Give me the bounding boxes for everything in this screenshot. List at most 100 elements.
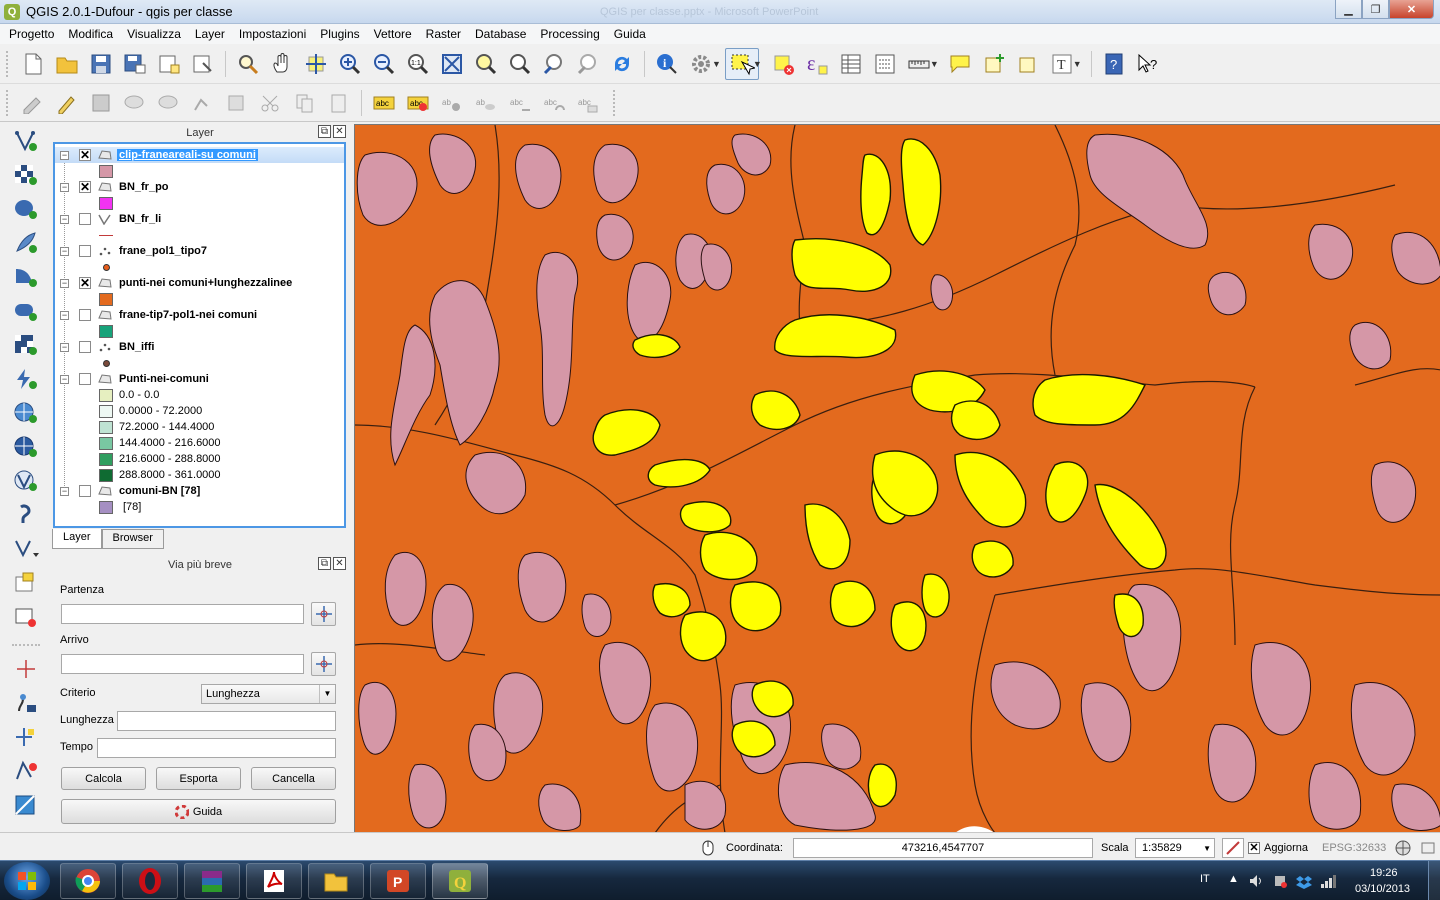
menu-visualizza[interactable]: Visualizza bbox=[120, 27, 188, 41]
zoom-out-button[interactable] bbox=[367, 48, 401, 80]
menu-processing[interactable]: Processing bbox=[533, 27, 606, 41]
open-project-button[interactable] bbox=[50, 48, 84, 80]
projection-button[interactable] bbox=[1392, 838, 1414, 858]
collapse-toggle[interactable]: − bbox=[60, 246, 69, 256]
new-project-button[interactable] bbox=[16, 48, 50, 80]
menu-guida[interactable]: Guida bbox=[607, 27, 653, 41]
clock-date[interactable]: 03/10/2013 bbox=[1355, 883, 1410, 895]
zoom-to-layer-button[interactable] bbox=[469, 48, 503, 80]
add-wms-layer-button[interactable] bbox=[0, 328, 52, 362]
help-contents-button[interactable]: ? bbox=[1097, 48, 1131, 80]
layer-row-clip-franeareali[interactable]: − ✕ clip-franeareali-su comuni bbox=[55, 147, 344, 163]
remove-layer-button[interactable] bbox=[0, 600, 52, 634]
gps-tool-button[interactable] bbox=[0, 686, 52, 720]
layer-visibility-checkbox[interactable] bbox=[79, 245, 91, 257]
add-feature-button[interactable] bbox=[118, 87, 152, 119]
messages-button[interactable] bbox=[1418, 838, 1438, 858]
move-feature-button[interactable] bbox=[152, 87, 186, 119]
crs-status-label[interactable]: EPSG:32633 bbox=[1322, 838, 1386, 858]
collapse-toggle[interactable]: − bbox=[60, 342, 69, 352]
tab-browser[interactable]: Browser bbox=[101, 529, 164, 549]
scale-combobox[interactable]: 1:35829 ▼ bbox=[1135, 838, 1215, 858]
start-point-input[interactable] bbox=[61, 604, 304, 624]
network-icon[interactable] bbox=[1320, 873, 1336, 889]
zoom-in-button[interactable] bbox=[333, 48, 367, 80]
menu-raster[interactable]: Raster bbox=[419, 27, 468, 41]
pick-end-button[interactable] bbox=[311, 652, 336, 676]
close-panel-button[interactable]: ✕ bbox=[333, 557, 346, 570]
add-delimited-text-layer-button[interactable] bbox=[0, 362, 52, 396]
close-panel-button[interactable]: ✕ bbox=[333, 125, 346, 138]
layer-labeling-button[interactable]: abc bbox=[367, 87, 401, 119]
coordinate-field[interactable]: 473216,4547707 bbox=[793, 838, 1093, 858]
map-swipe-button[interactable] bbox=[0, 788, 52, 822]
export-button[interactable]: Esporta bbox=[156, 767, 241, 790]
copy-features-button[interactable] bbox=[288, 87, 322, 119]
new-spatialite-layer-button[interactable] bbox=[0, 566, 52, 600]
show-hide-labels-button[interactable]: ab bbox=[469, 87, 503, 119]
coordinate-toggle-button[interactable] bbox=[697, 838, 719, 858]
toolbar-grip[interactable] bbox=[6, 50, 10, 77]
restore-button[interactable]: ❐ bbox=[1362, 0, 1389, 19]
show-bookmarks-button[interactable] bbox=[1011, 48, 1045, 80]
zoom-full-button[interactable] bbox=[435, 48, 469, 80]
pan-to-selection-button[interactable] bbox=[231, 48, 265, 80]
taskbar-powerpoint[interactable]: P bbox=[370, 863, 426, 899]
add-spatialite-layer-button[interactable] bbox=[0, 226, 52, 260]
taskbar-explorer[interactable] bbox=[308, 863, 364, 899]
tab-layer[interactable]: Layer bbox=[52, 529, 102, 549]
crosshair-tool-button[interactable] bbox=[0, 652, 52, 686]
cut-features-button[interactable] bbox=[254, 87, 288, 119]
layer-visibility-checkbox[interactable]: ✕ bbox=[79, 181, 91, 193]
georeferencer-button[interactable] bbox=[0, 754, 52, 788]
close-button[interactable]: ✕ bbox=[1389, 0, 1434, 19]
chevron-down-icon[interactable]: ▼ bbox=[1073, 59, 1082, 69]
add-raster-layer-button[interactable] bbox=[0, 158, 52, 192]
layer-row-frane-pol1-tipo7[interactable]: − frane_pol1_tipo7 bbox=[55, 243, 344, 259]
end-point-input[interactable] bbox=[61, 654, 304, 674]
taskbar-acrobat[interactable] bbox=[246, 863, 302, 899]
rotate-label-button[interactable]: abc bbox=[537, 87, 571, 119]
toolbar-grip[interactable] bbox=[6, 89, 10, 116]
collapse-toggle[interactable]: − bbox=[60, 374, 69, 384]
dropbox-icon[interactable] bbox=[1296, 873, 1312, 889]
collapse-toggle[interactable]: − bbox=[60, 310, 69, 320]
refresh-button[interactable] bbox=[605, 48, 639, 80]
add-gpx-layer-button[interactable] bbox=[0, 498, 52, 532]
zoom-last-button[interactable] bbox=[537, 48, 571, 80]
taskbar-chrome[interactable] bbox=[60, 863, 116, 899]
menu-vettore[interactable]: Vettore bbox=[367, 27, 419, 41]
move-label-button[interactable]: abc bbox=[503, 87, 537, 119]
map-tips-button[interactable] bbox=[943, 48, 977, 80]
chevron-down-icon[interactable]: ▼ bbox=[753, 59, 762, 69]
menu-layer[interactable]: Layer bbox=[188, 27, 232, 41]
chevron-down-icon[interactable]: ▼ bbox=[930, 59, 939, 69]
layer-row-bn-fr-li[interactable]: − BN_fr_li bbox=[55, 211, 344, 227]
collapse-toggle[interactable]: − bbox=[60, 214, 69, 224]
time-output[interactable] bbox=[97, 738, 336, 758]
deselect-features-button[interactable] bbox=[766, 48, 800, 80]
add-wcs-layer-button[interactable] bbox=[0, 396, 52, 430]
collapse-toggle[interactable]: − bbox=[60, 150, 69, 160]
chevron-down-icon[interactable]: ▼ bbox=[712, 59, 721, 69]
undock-button[interactable]: ⧉ bbox=[318, 557, 331, 570]
whats-this-button[interactable]: ? bbox=[1131, 48, 1165, 80]
change-label-button[interactable]: abc bbox=[571, 87, 605, 119]
collapse-toggle[interactable]: − bbox=[60, 486, 69, 496]
delete-selected-button[interactable] bbox=[220, 87, 254, 119]
zoom-next-button[interactable] bbox=[571, 48, 605, 80]
menu-plugins[interactable]: Plugins bbox=[313, 27, 366, 41]
add-postgis-layer-button[interactable] bbox=[0, 192, 52, 226]
layer-visibility-checkbox[interactable] bbox=[79, 213, 91, 225]
composer-manager-button[interactable] bbox=[186, 48, 220, 80]
menu-progetto[interactable]: Progetto bbox=[2, 27, 61, 41]
coordinate-capture-button[interactable] bbox=[0, 720, 52, 754]
identify-features-button[interactable]: i bbox=[650, 48, 684, 80]
save-project-button[interactable] bbox=[84, 48, 118, 80]
safely-remove-icon[interactable] bbox=[1272, 873, 1288, 889]
new-shapefile-button[interactable] bbox=[0, 532, 52, 566]
clear-button[interactable]: Cancella bbox=[251, 767, 336, 790]
taskbar-winrar[interactable] bbox=[184, 863, 240, 899]
pin-labels-button[interactable]: ab bbox=[435, 87, 469, 119]
clock-time[interactable]: 19:26 bbox=[1370, 867, 1398, 879]
